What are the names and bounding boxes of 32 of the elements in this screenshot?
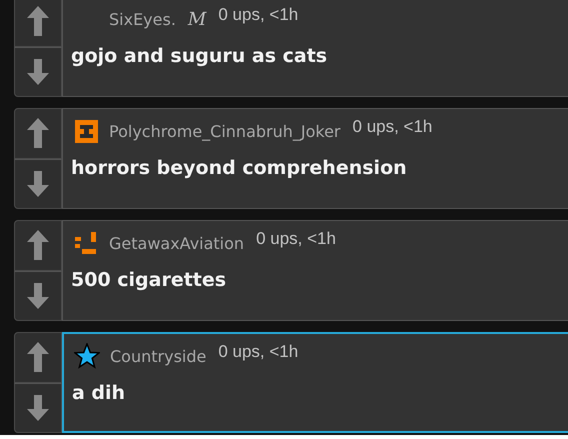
comment-meta: 0 ups, <1h	[256, 229, 336, 249]
down-arrow-icon	[27, 170, 49, 197]
username-link[interactable]: Polychrome_Cinnabruh_Joker	[109, 122, 341, 140]
upvote-button[interactable]	[14, 0, 62, 46]
upvote-button[interactable]	[14, 332, 62, 382]
downvote-button[interactable]	[14, 158, 62, 209]
downvote-button[interactable]	[14, 46, 62, 97]
down-arrow-icon	[27, 282, 49, 309]
username-link[interactable]: GetawaxAviation	[109, 234, 244, 252]
upvote-button[interactable]	[14, 220, 62, 270]
comment-text: horrors beyond comprehension	[70, 157, 408, 179]
up-arrow-icon	[27, 118, 49, 148]
comment-text: gojo and suguru as cats	[70, 45, 328, 67]
comment-meta: 0 ups, <1h	[218, 342, 298, 362]
comment-meta: 0 ups, <1h	[218, 5, 298, 25]
comment-text: 500 cigarettes	[70, 269, 228, 291]
downvote-button[interactable]	[14, 270, 62, 321]
star-icon	[74, 343, 100, 369]
up-arrow-icon	[27, 230, 49, 260]
comment-meta: 0 ups, <1h	[352, 117, 432, 137]
upvote-button[interactable]	[14, 108, 62, 158]
up-arrow-icon	[27, 342, 49, 372]
up-arrow-icon	[27, 6, 49, 36]
down-arrow-icon	[27, 394, 49, 421]
downvote-button[interactable]	[14, 382, 62, 433]
comment-text: a dih	[71, 382, 126, 404]
username-link[interactable]: SixEyes.	[109, 10, 176, 28]
user-flair: M	[188, 8, 206, 30]
avatar-icon	[74, 120, 98, 142]
down-arrow-icon	[27, 58, 49, 85]
username-link[interactable]: Countryside	[110, 346, 206, 366]
avatar-icon	[74, 232, 98, 254]
